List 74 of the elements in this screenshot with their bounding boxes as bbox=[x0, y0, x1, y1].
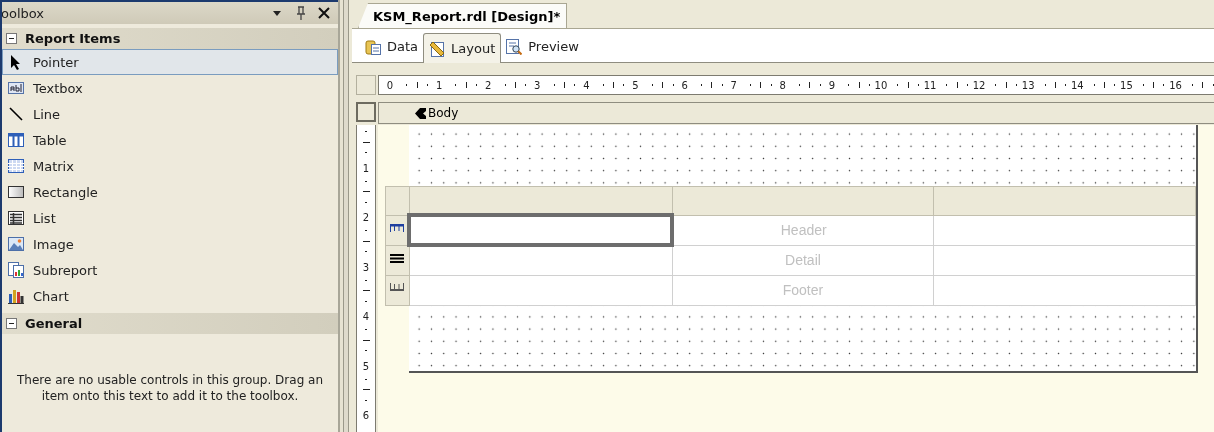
collapse-icon bbox=[6, 318, 17, 329]
ruler-number: 0 bbox=[385, 79, 395, 91]
column-handle[interactable] bbox=[933, 186, 1196, 215]
view-tab[interactable]: Preview bbox=[501, 34, 584, 59]
row-handle[interactable] bbox=[385, 275, 410, 305]
table-corner-handle[interactable] bbox=[385, 186, 410, 215]
view-tab[interactable]: Layout bbox=[423, 33, 502, 63]
rectangle-icon bbox=[8, 184, 24, 200]
ruler-number: 14 bbox=[1070, 79, 1085, 91]
table-footer-icon bbox=[390, 282, 405, 293]
three-lines-icon bbox=[390, 252, 405, 263]
ruler-number: 4 bbox=[582, 79, 591, 91]
ruler-number: 3 bbox=[533, 79, 542, 91]
view-tab[interactable]: Data bbox=[360, 34, 424, 59]
ruler-number: 2 bbox=[484, 79, 493, 91]
row-handle[interactable] bbox=[385, 245, 410, 275]
toolbox-item[interactable]: Image bbox=[2, 231, 338, 257]
toolbox-item[interactable]: Subreport bbox=[2, 257, 338, 283]
ruler-number: 6 bbox=[362, 410, 370, 422]
toolbox-item[interactable]: Line bbox=[2, 101, 338, 127]
close-icon bbox=[318, 7, 330, 19]
panel-title: oolbox bbox=[2, 5, 46, 21]
ruler-number: 5 bbox=[362, 360, 370, 373]
pin-icon bbox=[296, 6, 306, 20]
ruler-number: 1 bbox=[434, 79, 444, 91]
ruler-number: 10 bbox=[873, 79, 888, 91]
ruler-number: 15 bbox=[1119, 79, 1134, 91]
toolbox-item[interactable]: Matrix bbox=[2, 153, 338, 179]
ruler-number: 13 bbox=[1021, 79, 1036, 91]
ruler-number: 3 bbox=[362, 261, 370, 274]
column-handle[interactable] bbox=[409, 186, 673, 215]
ruler-pencil-icon bbox=[429, 40, 446, 57]
toolbox-item[interactable]: Pointer bbox=[2, 49, 338, 75]
dropdown-icon bbox=[272, 9, 282, 17]
ruler-number: 1 bbox=[362, 162, 370, 175]
matrix-icon bbox=[8, 158, 24, 174]
ruler-number: 11 bbox=[923, 79, 938, 91]
empty-group-message: There are no usable controls in this group. Drag an item onto this text to add it to the toolbox. bbox=[16, 372, 324, 404]
ruler-number: 6 bbox=[680, 79, 689, 91]
ruler-number: 9 bbox=[827, 79, 837, 91]
textbox-icon bbox=[8, 80, 24, 96]
ruler-number: 4 bbox=[362, 311, 370, 323]
table-icon bbox=[8, 132, 24, 148]
ruler-corner bbox=[356, 75, 376, 95]
document-tab[interactable]: KSM_Report.rdl [Design]* bbox=[358, 3, 568, 28]
ruler-number: 12 bbox=[972, 79, 987, 91]
image-icon bbox=[8, 236, 24, 252]
ruler-number: 5 bbox=[631, 79, 640, 91]
toolbox-item[interactable]: Rectangle bbox=[2, 179, 338, 205]
toolbox-item[interactable]: Chart bbox=[2, 283, 338, 309]
ruler-number: 16 bbox=[1168, 79, 1183, 91]
group-header[interactable]: Report Items bbox=[2, 28, 338, 49]
ruler-number: 7 bbox=[729, 79, 738, 91]
table-header-icon bbox=[389, 222, 404, 233]
splitter-bar[interactable] bbox=[338, 0, 352, 432]
ruler-number: 8 bbox=[778, 79, 787, 91]
section-label: Body bbox=[428, 106, 459, 120]
section-handle[interactable] bbox=[356, 102, 376, 122]
subreport-icon bbox=[8, 262, 24, 278]
group-header[interactable]: General bbox=[2, 313, 338, 334]
collapse-icon bbox=[6, 33, 17, 44]
toolbox-item[interactable]: List bbox=[2, 205, 338, 231]
section-arrow-icon bbox=[415, 107, 426, 119]
toolbox-item[interactable]: Textbox bbox=[2, 75, 338, 101]
magnifier-icon bbox=[506, 38, 523, 55]
toolbox-item[interactable]: Table bbox=[2, 127, 338, 153]
diagonal-line-icon bbox=[8, 106, 24, 122]
table-cell[interactable] bbox=[409, 215, 673, 245]
bar-chart-icon bbox=[8, 288, 24, 304]
ruler-number: 2 bbox=[362, 212, 370, 224]
column-handle[interactable] bbox=[672, 186, 934, 215]
section-bar[interactable]: Body bbox=[378, 102, 1214, 124]
database-icon bbox=[365, 38, 381, 55]
list-icon bbox=[8, 210, 24, 226]
